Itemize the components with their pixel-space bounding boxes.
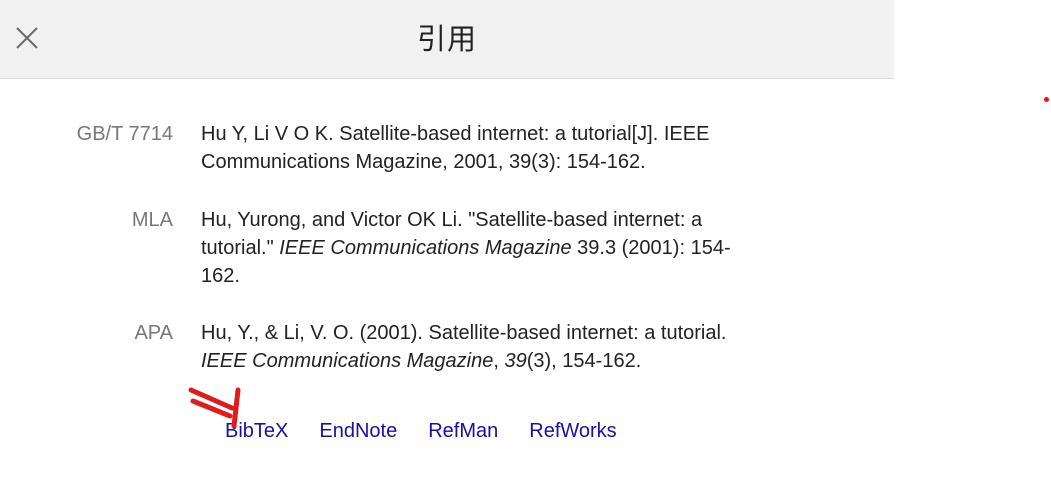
citation-text-part: Hu, Yurong, and Victor OK Li. "Satellite… (201, 209, 703, 231)
citation-style-label: GB/T 7714 (76, 123, 173, 145)
dialog-header: 引用 (0, 0, 894, 79)
citation-text[interactable]: Hu, Y., & Li, V. O. (2001). Satellite-ba… (201, 319, 806, 375)
citation-text-part: (3), 154-162. (526, 350, 642, 372)
citation-text-part: 162. (201, 265, 240, 287)
export-links: BibTeX EndNote RefMan RefWorks (225, 417, 648, 445)
citation-text-part: , (493, 350, 505, 372)
citation-dialog: 引用 GB/T 7714 Hu Y, Li V O K. Satellite-b… (0, 0, 894, 477)
citation-style-label: APA (134, 322, 173, 344)
citation-text[interactable]: Hu Y, Li V O K. Satellite-based internet… (201, 120, 806, 176)
citation-text-line: Communications Magazine, 2001, 39(3): 15… (201, 151, 646, 173)
dialog-title: 引用 (416, 22, 477, 56)
citation-text[interactable]: Hu, Yurong, and Victor OK Li. "Satellite… (201, 206, 806, 290)
citation-style-label: MLA (131, 209, 173, 231)
annotation-dot-icon (1044, 97, 1049, 102)
citation-text-part: Hu, Y., & Li, V. O. (2001). Satellite-ba… (201, 322, 727, 344)
annotation-arrow-icon (188, 387, 241, 429)
refworks-link[interactable]: RefWorks (529, 420, 616, 442)
refman-link[interactable]: RefMan (428, 420, 498, 442)
journal-name: IEEE Communications Magazine (279, 237, 572, 259)
endnote-link[interactable]: EndNote (319, 420, 397, 442)
citation-text-part: tutorial." (201, 237, 280, 259)
journal-name: IEEE Communications Magazine (201, 350, 494, 372)
citation-text-line: Hu Y, Li V O K. Satellite-based internet… (201, 123, 710, 145)
citation-text-part: 39.3 (2001): 154- (571, 237, 731, 259)
volume-number: 39 (504, 350, 527, 372)
